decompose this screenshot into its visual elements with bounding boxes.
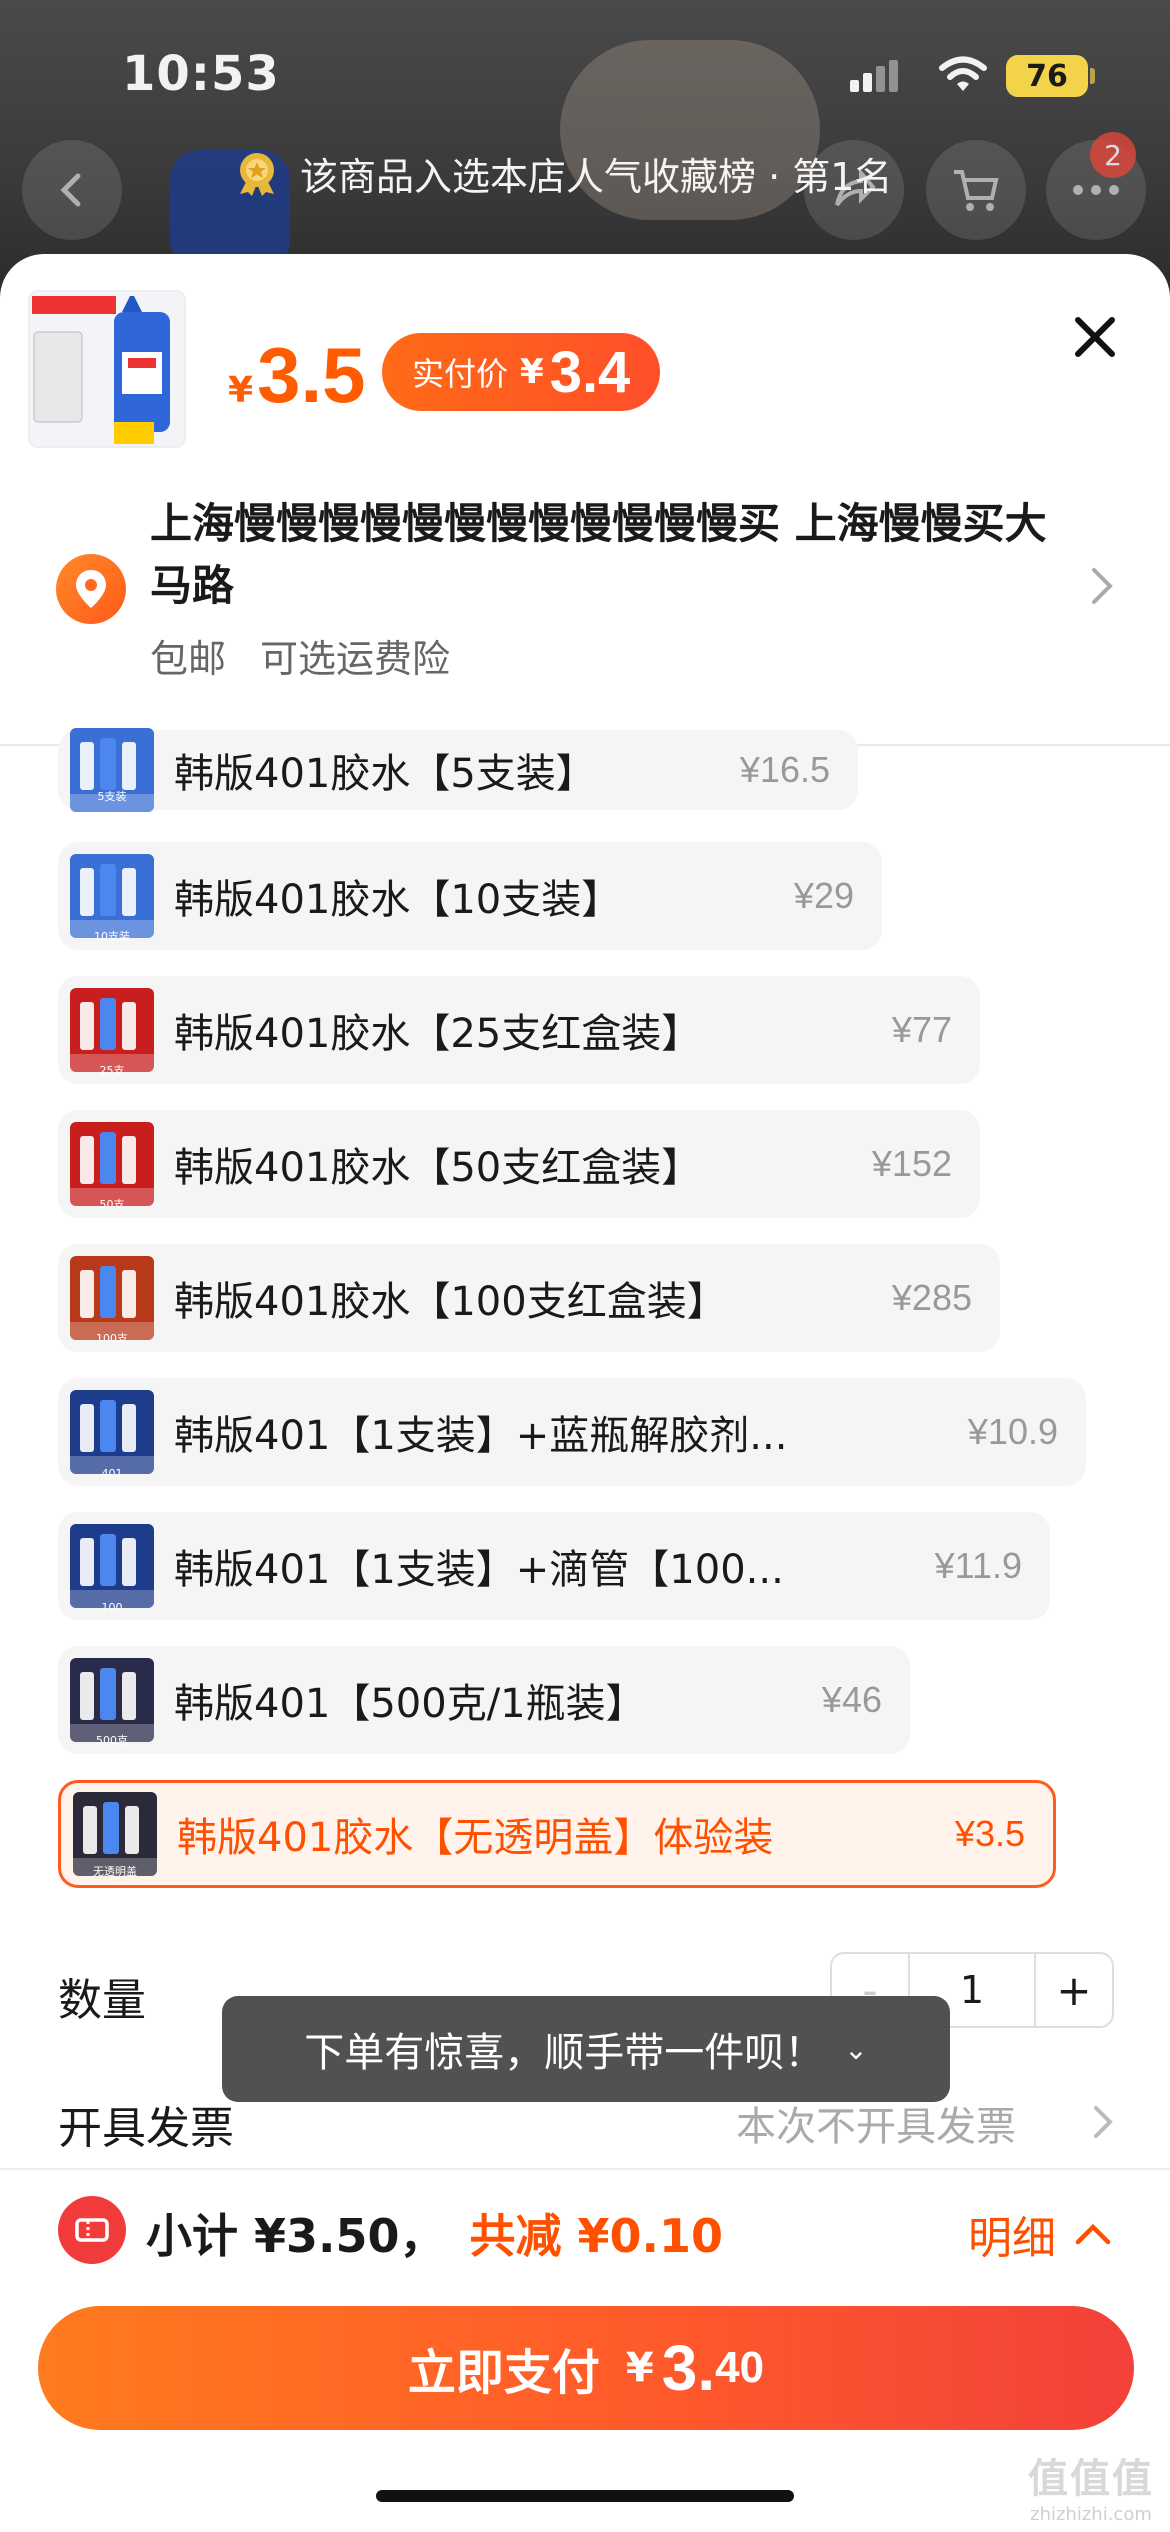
chevron-down-icon: ⌄ xyxy=(844,2032,868,2066)
cart-icon xyxy=(954,170,999,211)
battery-indicator: 76 xyxy=(1006,55,1088,97)
sku-option-thumbnail xyxy=(70,1390,154,1474)
sku-option[interactable]: 500克 韩版401【500克/1瓶装】 ¥46 xyxy=(58,1646,910,1754)
sku-option[interactable]: 401 韩版401【1支装】+蓝瓶解胶剂... ¥10.9 xyxy=(58,1378,1086,1486)
more-icon xyxy=(1073,185,1119,195)
status-bar: 10:53 76 xyxy=(0,0,1170,150)
product-thumbnail[interactable] xyxy=(28,290,186,448)
sku-option-price: ¥152 xyxy=(871,1143,952,1184)
sku-option-thumbnail xyxy=(70,1524,154,1608)
chevron-up-icon xyxy=(1075,2223,1111,2245)
close-icon[interactable] xyxy=(1070,312,1120,362)
promo-toast[interactable]: 下单有惊喜，顺手带一件呗！ ⌄ xyxy=(222,1996,950,2102)
sku-option-label: 韩版401胶水【50支红盒装】 xyxy=(174,1145,702,1191)
price-value: 3.5 xyxy=(257,331,366,419)
cart-count-badge: 2 xyxy=(1090,132,1136,178)
sku-option-thumbnail xyxy=(70,854,154,938)
sku-option-thumbnail xyxy=(70,1256,154,1340)
detail-label: 明细 xyxy=(968,2213,1056,2264)
invoice-value[interactable]: 本次不开具发票 xyxy=(736,2094,1016,2152)
product-image xyxy=(30,292,184,446)
chevron-left-icon xyxy=(60,173,81,207)
sku-option-price: ¥46 xyxy=(821,1679,882,1720)
free-shipping-label: 包邮 xyxy=(150,637,227,681)
sku-option-price: ¥11.9 xyxy=(934,1545,1022,1586)
sku-option[interactable]: 100支 韩版401胶水【100支红盒装】 ¥285 xyxy=(58,1244,1000,1352)
pay-button-label: 立即支付 xyxy=(407,2345,600,2401)
pay-button-symbol: ¥ xyxy=(625,2345,654,2391)
invoice-label: 开具发票 xyxy=(58,2103,234,2154)
shipping-info: 包邮 可选运费险 xyxy=(150,628,450,683)
chevron-right-icon[interactable] xyxy=(1092,2104,1114,2140)
banner-text: 该商品入选本店人气收藏榜 · 第1名 xyxy=(300,154,893,199)
sku-option-thumbnail-text: 500克 xyxy=(96,1734,128,1747)
toast-text: 下单有惊喜，顺手带一件呗！ xyxy=(304,2030,825,2076)
sku-option-thumbnail xyxy=(70,1122,154,1206)
quantity-label: 数量 xyxy=(58,1975,146,2026)
sku-option-thumbnail-text: 100 xyxy=(101,1601,123,1614)
watermark: 值值值 zhizhizhi.com xyxy=(1016,2446,1166,2525)
ranking-banner: 该商品入选本店人气收藏榜 · 第1名 xyxy=(232,143,892,203)
sku-option-label: 韩版401【1支装】+滴管【100... xyxy=(174,1547,784,1593)
sku-option[interactable]: 50支 韩版401胶水【50支红盒装】 ¥152 xyxy=(58,1110,980,1218)
bottom-divider xyxy=(0,2168,1170,2170)
sku-option[interactable]: 5支装 韩版401胶水【5支装】 ¥16.5 xyxy=(58,728,858,812)
sku-option[interactable]: 10支装 韩版401胶水【10支装】 ¥29 xyxy=(58,842,882,950)
back-button[interactable] xyxy=(22,140,122,240)
shipping-insurance-label: 可选运费险 xyxy=(260,637,451,681)
sku-option-price: ¥29 xyxy=(793,875,854,916)
sku-option-price: ¥77 xyxy=(891,1009,952,1050)
watermark-logo: 值值值 xyxy=(1028,2456,1154,2502)
subtotal-summary: 小计 ¥3.50， 共减 ¥0.10 xyxy=(146,2200,723,2266)
home-indicator[interactable] xyxy=(376,2490,794,2502)
sku-option-thumbnail-text: 10支装 xyxy=(94,930,130,943)
sku-option-thumbnail-text: 100支 xyxy=(96,1332,128,1345)
sku-option-label: 韩版401【500克/1瓶装】 xyxy=(174,1681,646,1727)
battery-tip xyxy=(1090,68,1095,84)
sku-option[interactable]: 无透明盖 韩版401胶水【无透明盖】体验装 ¥3.5 xyxy=(58,1780,1056,1888)
sku-option-label: 韩版401胶水【100支红盒装】 xyxy=(174,1279,727,1325)
sku-option-label: 韩版401胶水【10支装】 xyxy=(174,877,622,923)
actual-price-symbol: ¥ xyxy=(520,352,544,392)
watermark-url: zhizhizhi.com xyxy=(1030,2504,1152,2525)
sku-option-thumbnail-text: 25支 xyxy=(99,1064,125,1077)
signal-icon xyxy=(850,60,900,92)
detail-toggle[interactable]: 明细 xyxy=(968,2202,1112,2266)
status-time: 10:53 xyxy=(122,46,280,102)
actual-price-value: 3.4 xyxy=(549,339,631,405)
sku-option-thumbnail-text: 401 xyxy=(101,1467,123,1480)
coupon-icon xyxy=(58,2196,126,2264)
delivery-address[interactable]: 上海慢慢慢慢慢慢慢慢慢慢慢慢买 上海慢慢买大马路 xyxy=(150,493,1080,617)
wifi-icon xyxy=(939,56,987,91)
product-price: ¥ 3.5 xyxy=(228,330,366,421)
sku-option-thumbnail-text: 5支装 xyxy=(97,790,127,803)
medal-icon xyxy=(240,153,274,196)
sku-option-thumbnail xyxy=(70,988,154,1072)
discount-text: 共减 ¥0.10 xyxy=(469,2209,724,2263)
sku-option[interactable]: 25支 韩版401胶水【25支红盒装】 ¥77 xyxy=(58,976,980,1084)
price-symbol: ¥ xyxy=(228,370,254,411)
pay-now-button[interactable]: 立即支付 ¥ 3. 40 xyxy=(38,2306,1134,2430)
sku-option[interactable]: 100 韩版401【1支装】+滴管【100... ¥11.9 xyxy=(58,1512,1050,1620)
sku-option-thumbnail-text: 无透明盖 xyxy=(93,1865,137,1878)
sku-option-price: ¥285 xyxy=(891,1277,972,1318)
sku-option-label: 韩版401胶水【无透明盖】体验装 xyxy=(177,1815,774,1861)
sku-option-label: 韩版401【1支装】+蓝瓶解胶剂... xyxy=(174,1413,788,1459)
pay-button-amount-int: 3. xyxy=(661,2332,716,2404)
sku-option-price: ¥10.9 xyxy=(967,1411,1058,1452)
sku-option-label: 韩版401胶水【25支红盒装】 xyxy=(174,1011,702,1057)
sku-option-price: ¥16.5 xyxy=(739,749,830,790)
increase-button[interactable]: + xyxy=(1036,1954,1112,2026)
actual-price-label: 实付价 xyxy=(412,355,509,393)
actual-price-badge: 实付价 ¥ 3.4 xyxy=(382,333,661,411)
subtotal-text: 小计 ¥3.50， xyxy=(146,2209,446,2263)
location-icon xyxy=(56,554,126,624)
sku-option-label: 韩版401胶水【5支装】 xyxy=(174,751,596,797)
sku-option-thumbnail xyxy=(70,1658,154,1742)
cart-button[interactable] xyxy=(926,140,1026,240)
sku-option-thumbnail-text: 50支 xyxy=(99,1198,125,1211)
pay-button-amount-dec: 40 xyxy=(715,2343,765,2392)
sku-option-price: ¥3.5 xyxy=(954,1813,1025,1854)
chevron-right-icon[interactable] xyxy=(1090,566,1114,606)
